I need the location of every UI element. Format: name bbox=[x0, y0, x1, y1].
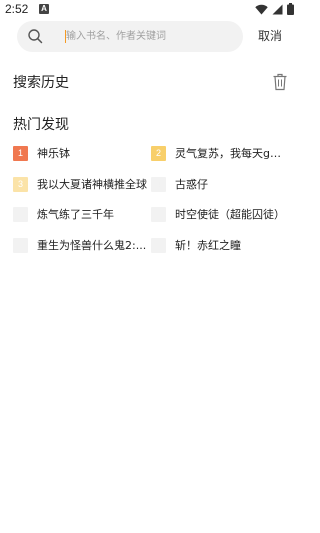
signal-icon bbox=[272, 4, 283, 14]
hot-discoveries-title: 热门发现 bbox=[13, 117, 69, 133]
hot-item[interactable]: 4 古惑仔 bbox=[151, 175, 285, 193]
book-title: 我以大夏诸神横推全球 bbox=[37, 178, 147, 191]
rank-badge: 2 bbox=[151, 145, 166, 161]
battery-icon bbox=[287, 3, 294, 15]
search-box[interactable] bbox=[17, 21, 243, 52]
hot-item[interactable]: 3 我以大夏诸神横推全球 bbox=[13, 175, 147, 193]
wifi-icon bbox=[255, 4, 268, 14]
status-time: 2:52 bbox=[5, 2, 29, 16]
hot-item[interactable]: 2 灵气复苏，我每天get... bbox=[151, 144, 287, 162]
trash-icon[interactable] bbox=[272, 73, 288, 91]
status-icons bbox=[255, 3, 294, 15]
rank-badge: 6 bbox=[151, 206, 166, 222]
hot-item[interactable]: 6 时空使徒（超能囚徒） bbox=[151, 205, 300, 223]
rank-badge: 1 bbox=[13, 145, 28, 161]
book-title: 重生为怪兽什么鬼2:... bbox=[37, 239, 147, 252]
rank-badge: 7 bbox=[13, 237, 28, 253]
book-title: 灵气复苏，我每天get... bbox=[175, 147, 287, 160]
hot-item[interactable]: 5 炼气练了三千年 bbox=[13, 205, 147, 223]
book-title: 炼气练了三千年 bbox=[37, 208, 114, 221]
cancel-button[interactable]: 取消 bbox=[258, 27, 282, 44]
search-icon bbox=[28, 29, 43, 44]
search-input[interactable] bbox=[66, 21, 236, 52]
rank-badge: 8 bbox=[151, 237, 166, 253]
notification-app-icon: A bbox=[39, 4, 49, 14]
rank-badge: 4 bbox=[151, 176, 166, 192]
book-title: 时空使徒（超能囚徒） bbox=[175, 208, 285, 221]
hot-item[interactable]: 8 斩！赤红之瞳 bbox=[151, 236, 285, 254]
book-title: 古惑仔 bbox=[175, 178, 208, 191]
search-history-title: 搜索历史 bbox=[13, 75, 69, 91]
rank-badge: 5 bbox=[13, 206, 28, 222]
status-bar: 2:52 A bbox=[0, 0, 300, 20]
rank-badge: 3 bbox=[13, 176, 28, 192]
book-title: 神乐钵 bbox=[37, 147, 70, 160]
hot-item[interactable]: 1 神乐钵 bbox=[13, 144, 147, 162]
book-title: 斩！赤红之瞳 bbox=[175, 239, 241, 252]
hot-item[interactable]: 7 重生为怪兽什么鬼2:... bbox=[13, 236, 147, 254]
